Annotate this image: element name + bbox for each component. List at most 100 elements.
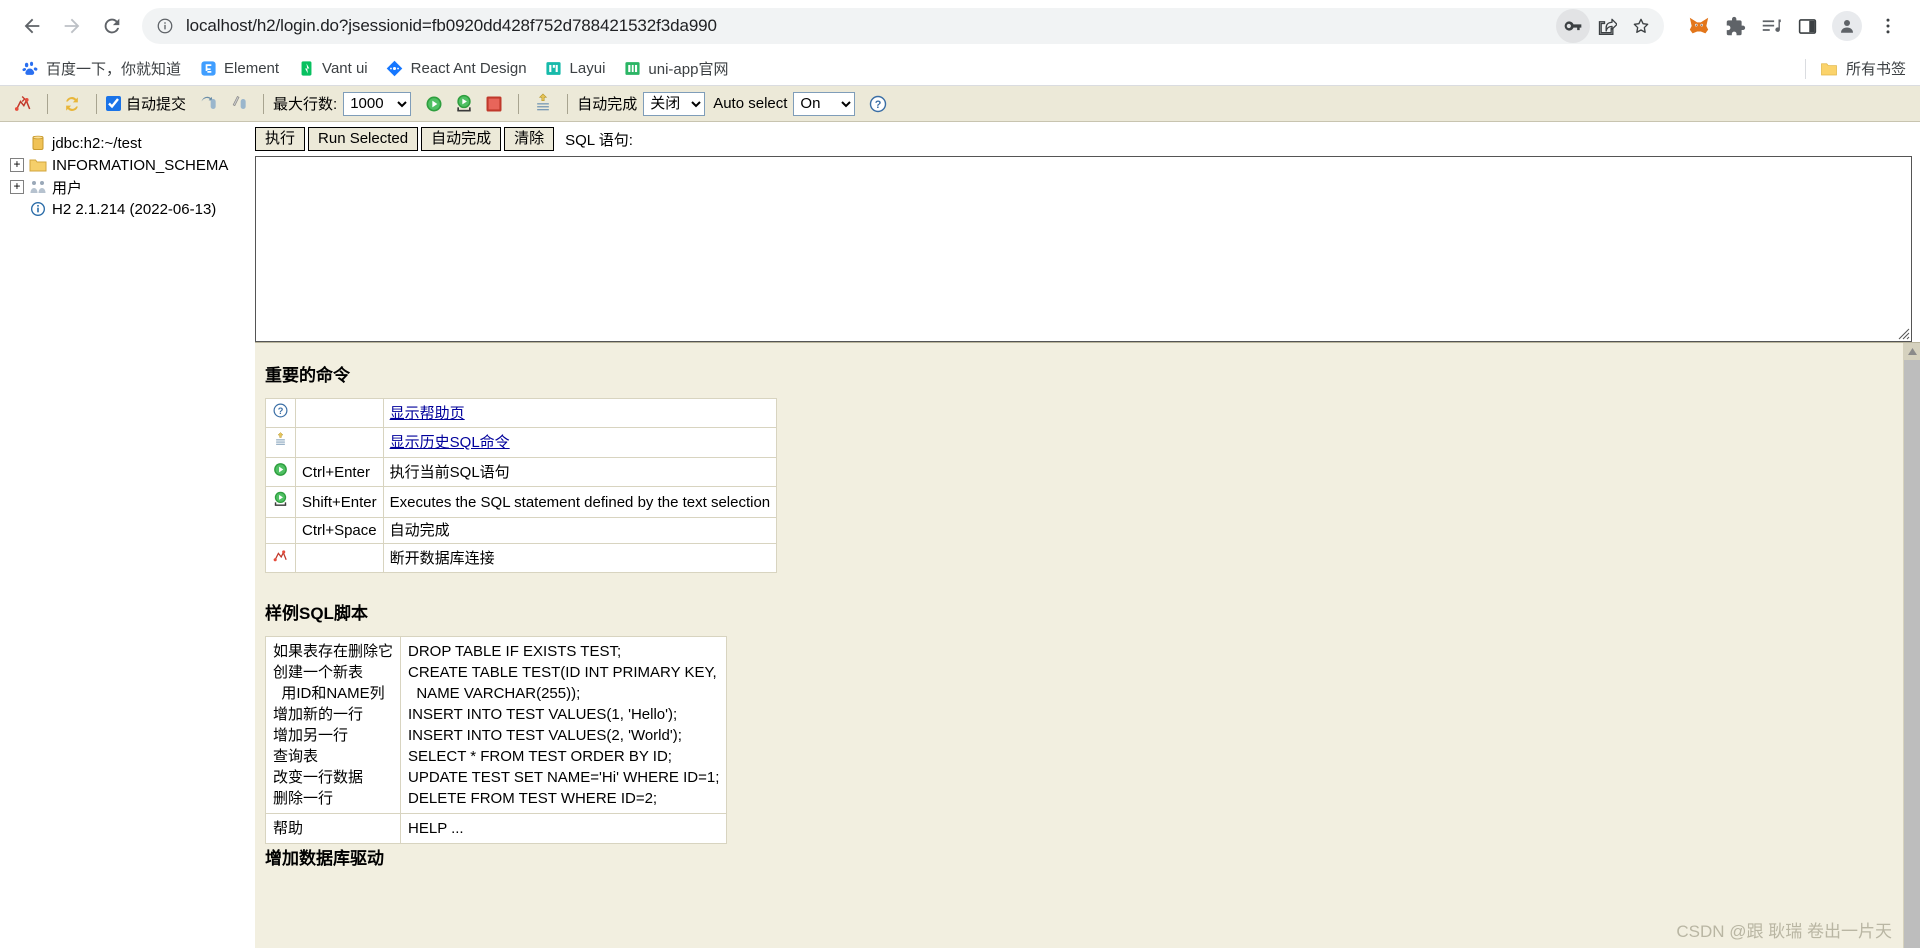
extensions-puzzle-icon[interactable]: [1718, 9, 1752, 43]
omnibox-actions: [1556, 9, 1658, 43]
reload-button[interactable]: [94, 8, 130, 44]
result-scrollbar[interactable]: [1903, 343, 1920, 948]
three-dot-menu-icon[interactable]: [1870, 8, 1906, 44]
auto-commit-checkbox[interactable]: 自动提交: [106, 93, 186, 114]
site-info-icon[interactable]: [156, 17, 174, 35]
autocomplete-label: 自动完成: [577, 96, 638, 113]
tree-item-version[interactable]: H2 2.1.214 (2022-06-13): [8, 198, 255, 220]
script-sql[interactable]: HELP ...: [400, 813, 728, 844]
bookmark-react-ant-design[interactable]: React Ant Design: [377, 56, 536, 82]
address-bar-url[interactable]: localhost/h2/login.do?jsessionid=fb0920d…: [186, 16, 1556, 36]
bookmark-layui[interactable]: Layui: [536, 56, 615, 82]
toolbar-divider: [47, 93, 48, 114]
sample-script-title: 样例SQL脚本: [265, 604, 368, 623]
auto-select-select[interactable]: On: [793, 91, 856, 116]
run-button[interactable]: 执行: [255, 127, 306, 151]
bookmark-vant[interactable]: Vant ui: [288, 56, 377, 82]
command-link[interactable]: 显示帮助页: [390, 405, 465, 422]
bookmark-uniapp[interactable]: uni-app官网: [614, 54, 737, 83]
sql-editor-wrap: [255, 156, 1912, 342]
run-selected-icon[interactable]: [449, 90, 479, 118]
sql-button-bar: 执行 Run Selected 自动完成 清除 SQL 语句:: [255, 122, 1920, 156]
command-description[interactable]: 显示历史SQL命令: [382, 427, 778, 458]
h2-body: jdbc:h2:~/test + INFORMATION_SCHEMA + 用户: [0, 122, 1920, 948]
browser-toolbar: localhost/h2/login.do?jsessionid=fb0920d…: [0, 0, 1920, 52]
run-selected-button[interactable]: Run Selected: [308, 127, 419, 151]
h2-console: 自动提交 最大行数: 1000 自动完成 关闭 Auto select On ?…: [0, 86, 1920, 948]
back-button[interactable]: [14, 8, 50, 44]
tree-item-label: INFORMATION_SCHEMA: [52, 156, 229, 174]
script-description[interactable]: 帮助: [264, 813, 402, 844]
max-rows-select[interactable]: 1000: [343, 91, 412, 116]
help-question-icon-cell[interactable]: ?: [265, 398, 296, 428]
table-row[interactable]: Shift+Enter Executes the SQL statement d…: [265, 486, 778, 518]
commit-icon[interactable]: [194, 90, 224, 118]
star-icon[interactable]: [1624, 9, 1658, 43]
clear-button[interactable]: 清除: [504, 127, 555, 151]
max-rows-label: 最大行数:: [273, 96, 338, 113]
history-icon[interactable]: [528, 90, 558, 118]
all-bookmarks[interactable]: 所有书签: [1804, 58, 1906, 79]
bookmark-baidu[interactable]: 百度一下，你就知道: [12, 54, 190, 83]
run-green-icon[interactable]: [419, 90, 449, 118]
table-row[interactable]: Ctrl+Space 自动完成: [265, 517, 778, 544]
tree-expand-toggle[interactable]: +: [10, 158, 24, 172]
key-icon[interactable]: [1556, 9, 1590, 43]
side-panel-icon[interactable]: [1790, 9, 1824, 43]
csdn-watermark: CSDN @跟 耿瑞 卷出一片天: [1676, 922, 1892, 941]
svg-text:?: ?: [875, 99, 882, 111]
refresh-icon[interactable]: [57, 90, 87, 118]
table-row[interactable]: Ctrl+Enter 执行当前SQL语句: [265, 457, 778, 487]
command-description[interactable]: 显示帮助页: [382, 398, 778, 428]
metamask-extension-icon[interactable]: [1682, 9, 1716, 43]
script-description[interactable]: 如果表存在删除它 创建一个新表 用ID和NAME列 增加新的一行 增加另一行 查…: [264, 636, 402, 814]
bookmark-label: uni-app官网: [648, 61, 729, 78]
run-selected-icon-cell[interactable]: [265, 486, 296, 518]
command-description: 断开数据库连接: [382, 543, 778, 573]
shortcut-key: [295, 543, 384, 573]
add-database-driver-title: 增加数据库驱动: [265, 849, 384, 868]
tree-item-label: 用户: [52, 179, 83, 197]
extension-icons: [1672, 9, 1824, 43]
autocomplete-button[interactable]: 自动完成: [421, 127, 502, 151]
media-playlist-icon[interactable]: [1754, 9, 1788, 43]
profile-avatar-icon[interactable]: [1832, 11, 1862, 41]
tree-item-information-schema[interactable]: + INFORMATION_SCHEMA: [8, 154, 255, 176]
baidu-icon: [21, 60, 39, 78]
users-icon: [29, 178, 47, 196]
tree-item-connection[interactable]: jdbc:h2:~/test: [8, 132, 255, 154]
disconnect-icon[interactable]: [8, 90, 38, 118]
bookmarks-bar: 百度一下，你就知道 Element Vant ui React Ant Desi…: [0, 52, 1920, 86]
script-sql[interactable]: DROP TABLE IF EXISTS TEST; CREATE TABLE …: [400, 636, 728, 814]
table-row[interactable]: ? 显示帮助页: [265, 398, 778, 428]
scroll-up-button[interactable]: [1904, 343, 1920, 360]
tree-item-users[interactable]: + 用户: [8, 176, 255, 198]
info-icon: [29, 200, 47, 218]
rollback-icon[interactable]: [224, 90, 254, 118]
table-row[interactable]: 帮助 HELP ...: [264, 813, 728, 844]
command-link[interactable]: 显示历史SQL命令: [390, 434, 510, 451]
run-green-icon-cell[interactable]: [265, 457, 296, 487]
bookmark-element[interactable]: Element: [190, 56, 288, 82]
shortcut-key: Ctrl+Enter: [295, 457, 384, 487]
history-icon-cell[interactable]: [265, 427, 296, 458]
h2-toolbar: 自动提交 最大行数: 1000 自动完成 关闭 Auto select On ?: [0, 86, 1920, 122]
table-row[interactable]: 显示历史SQL命令: [265, 427, 778, 458]
table-row[interactable]: 如果表存在删除它 创建一个新表 用ID和NAME列 增加新的一行 增加另一行 查…: [264, 636, 728, 814]
sql-editor[interactable]: [255, 156, 1912, 342]
forward-button[interactable]: [54, 8, 90, 44]
bookmark-label: Element: [224, 60, 280, 77]
stop-red-icon[interactable]: [479, 90, 509, 118]
autocomplete-select[interactable]: 关闭: [643, 91, 706, 116]
tree-expand-toggle[interactable]: +: [10, 180, 24, 194]
share-icon[interactable]: [1590, 9, 1624, 43]
auto-commit-input[interactable]: [106, 96, 121, 111]
table-row[interactable]: 断开数据库连接: [265, 543, 778, 573]
layui-icon: [545, 60, 563, 78]
disconnect-icon-cell[interactable]: [265, 543, 296, 573]
help-question-icon[interactable]: ?: [863, 90, 893, 118]
address-bar[interactable]: localhost/h2/login.do?jsessionid=fb0920d…: [142, 8, 1664, 44]
command-description: Executes the SQL statement defined by th…: [382, 486, 778, 518]
element-icon: [199, 60, 217, 78]
bookmark-label: Layui: [569, 60, 606, 77]
